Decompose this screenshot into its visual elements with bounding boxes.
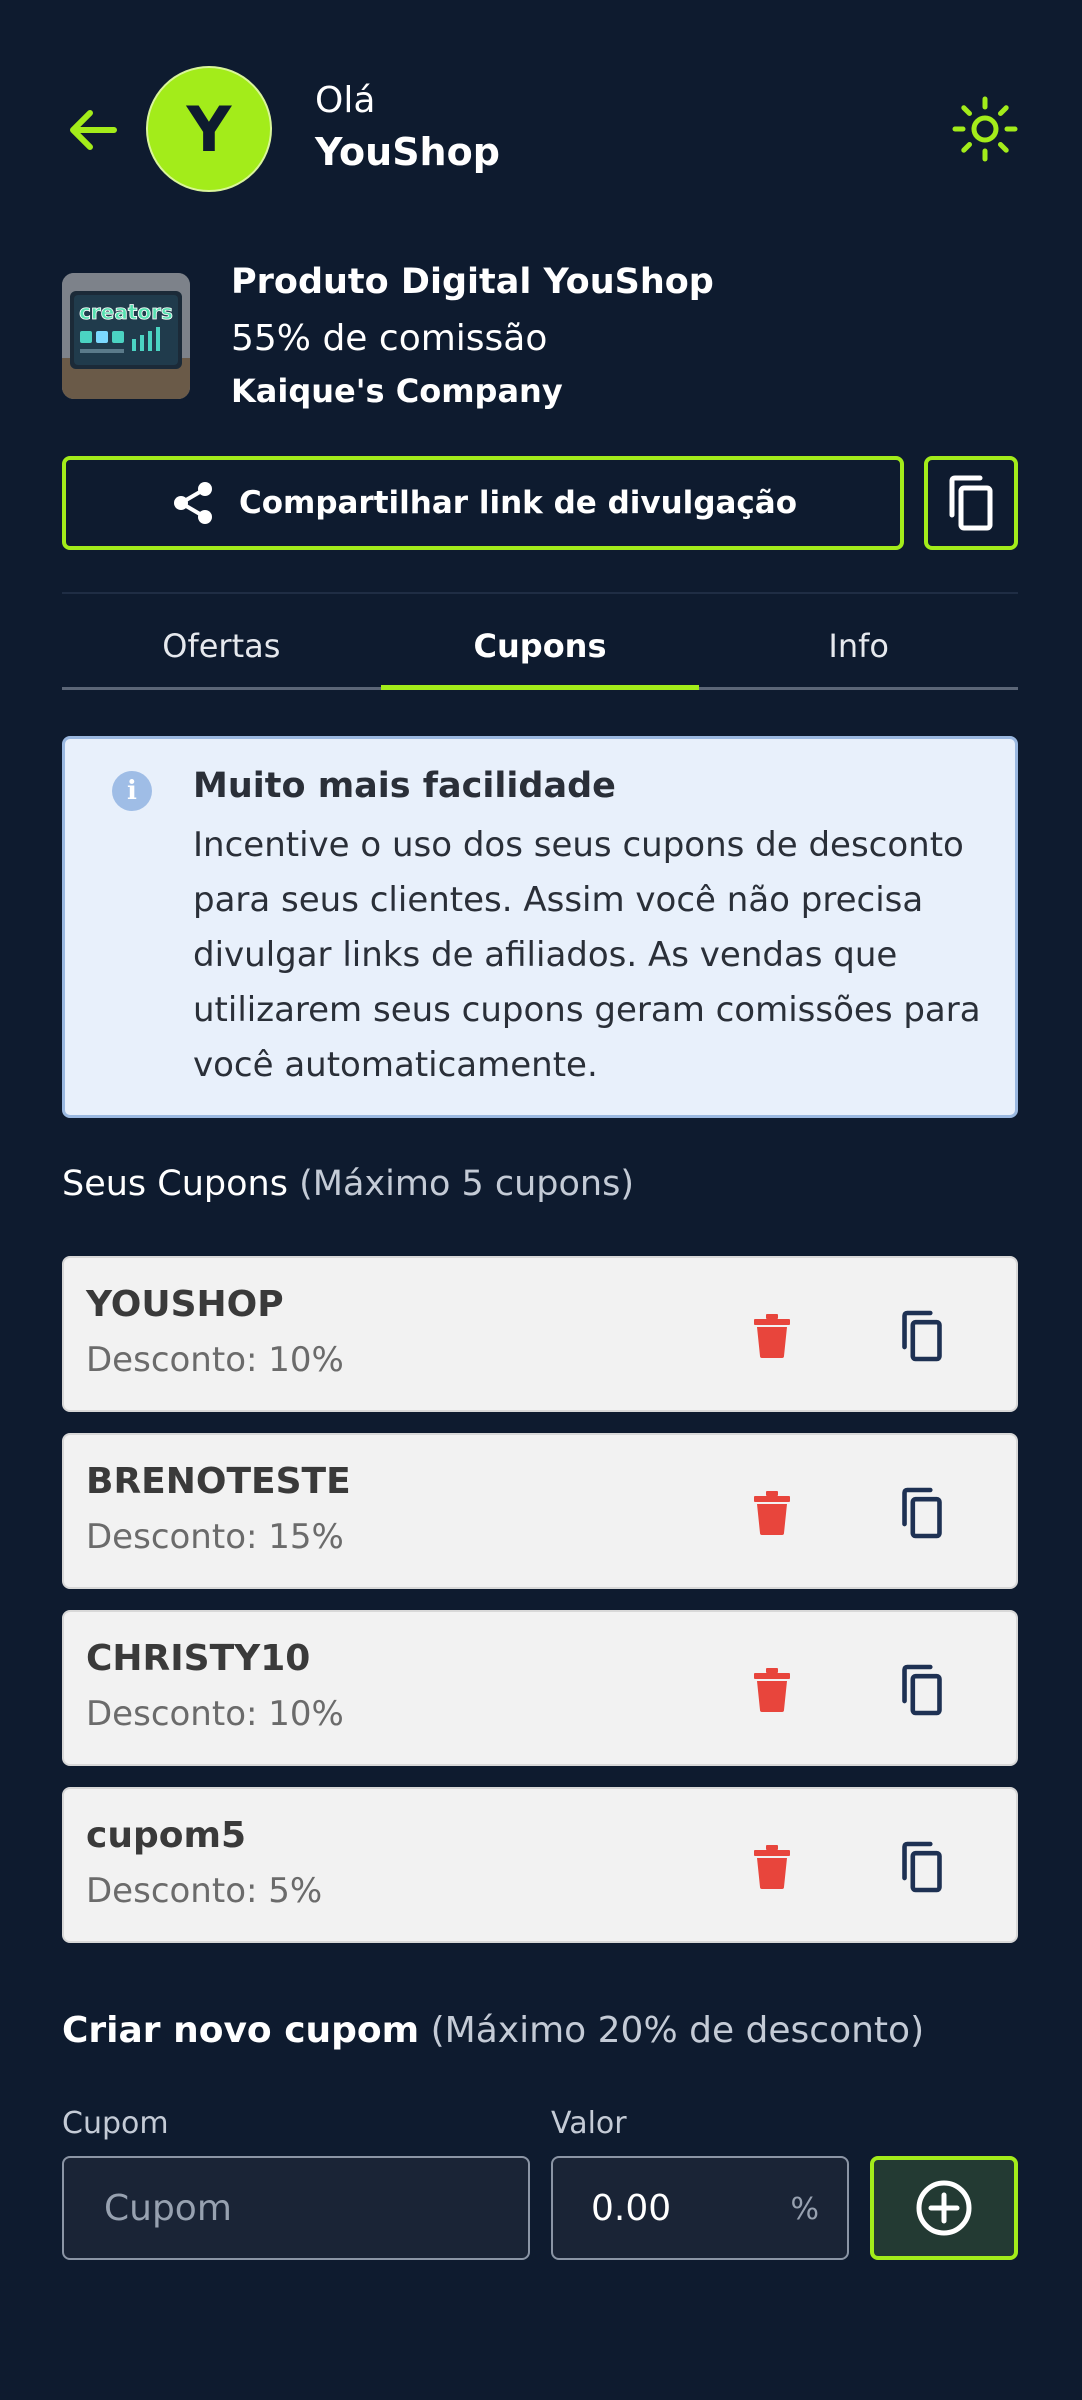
- copy-icon: [949, 475, 993, 531]
- trash-icon: [754, 1668, 790, 1712]
- copy-coupon-button[interactable]: [892, 1660, 952, 1720]
- product-image-text: creators: [79, 300, 173, 324]
- delete-coupon-button[interactable]: [744, 1485, 800, 1541]
- share-link-button[interactable]: Compartilhar link de divulgação: [62, 456, 904, 550]
- coupon-code: YOUSHOP: [86, 1284, 284, 1325]
- coupon-discount: Desconto: 5%: [86, 1871, 323, 1911]
- copy-icon: [902, 1487, 942, 1539]
- coupon-discount: Desconto: 10%: [86, 1694, 344, 1734]
- copy-icon: [902, 1841, 942, 1893]
- coupon-card: cupom5 Desconto: 5%: [62, 1787, 1018, 1943]
- create-subtitle: (Máximo 20% de desconto): [430, 2010, 925, 2051]
- coupon-discount: Desconto: 10%: [86, 1340, 344, 1380]
- info-title: Muito mais facilidade: [193, 766, 616, 806]
- divider: [62, 592, 1018, 594]
- coupon-card: YOUSHOP Desconto: 10%: [62, 1256, 1018, 1412]
- create-title: Criar novo cupom: [62, 2010, 420, 2051]
- info-text: Incentive o uso dos seus cupons de desco…: [193, 825, 981, 1085]
- copy-link-button[interactable]: [924, 456, 1018, 550]
- plus-circle-icon: [916, 2180, 972, 2236]
- add-coupon-button[interactable]: [870, 2156, 1018, 2260]
- sun-icon: [952, 96, 1018, 162]
- copy-coupon-button[interactable]: [892, 1306, 952, 1366]
- trash-icon: [754, 1491, 790, 1535]
- tab-ofertas[interactable]: Ofertas: [62, 604, 381, 687]
- copy-icon: [902, 1310, 942, 1362]
- share-icon: [173, 482, 212, 524]
- coupons-subtitle: (Máximo 5 cupons): [299, 1164, 635, 1204]
- coupon-code: cupom5: [86, 1815, 247, 1856]
- value-field: %: [551, 2156, 849, 2260]
- coupon-field-label: Cupom: [62, 2106, 169, 2141]
- coupons-section-title: Seus Cupons (Máximo 5 cupons): [62, 1164, 634, 1204]
- copy-icon: [902, 1664, 942, 1716]
- theme-toggle-button[interactable]: [950, 94, 1020, 164]
- info-icon: i: [112, 771, 152, 811]
- arrow-left-icon: [70, 110, 117, 150]
- product-company: Kaique's Company: [231, 372, 563, 410]
- avatar: Y: [146, 66, 272, 192]
- create-coupon-title: Criar novo cupom (Máximo 20% de desconto…: [62, 2010, 924, 2051]
- product-image: creators: [62, 273, 190, 399]
- back-button[interactable]: [62, 100, 122, 160]
- share-link-label: Compartilhar link de divulgação: [238, 485, 798, 521]
- coupons-title: Seus Cupons: [62, 1164, 288, 1204]
- coupon-input[interactable]: [62, 2156, 530, 2260]
- delete-coupon-button[interactable]: [744, 1662, 800, 1718]
- coupon-discount: Desconto: 15%: [86, 1517, 344, 1557]
- trash-icon: [754, 1314, 790, 1358]
- delete-coupon-button[interactable]: [744, 1308, 800, 1364]
- coupon-card: BRENOTESTE Desconto: 15%: [62, 1433, 1018, 1589]
- coupon-code: BRENOTESTE: [86, 1461, 351, 1502]
- product-commission: 55% de comissão: [231, 318, 548, 359]
- greeting: Olá: [315, 80, 376, 121]
- copy-coupon-button[interactable]: [892, 1483, 952, 1543]
- tab-info[interactable]: Info: [699, 604, 1018, 687]
- delete-coupon-button[interactable]: [744, 1839, 800, 1895]
- user-name: YouShop: [315, 130, 500, 174]
- coupon-code: CHRISTY10: [86, 1638, 311, 1679]
- coupon-card: CHRISTY10 Desconto: 10%: [62, 1610, 1018, 1766]
- product-title: Produto Digital YouShop: [231, 262, 714, 302]
- percent-suffix: %: [790, 2192, 819, 2227]
- trash-icon: [754, 1845, 790, 1889]
- value-input[interactable]: [591, 2158, 771, 2258]
- copy-coupon-button[interactable]: [892, 1837, 952, 1897]
- tabs: Ofertas Cupons Info: [62, 604, 1018, 690]
- tab-cupons[interactable]: Cupons: [380, 604, 700, 690]
- value-field-label: Valor: [551, 2106, 627, 2141]
